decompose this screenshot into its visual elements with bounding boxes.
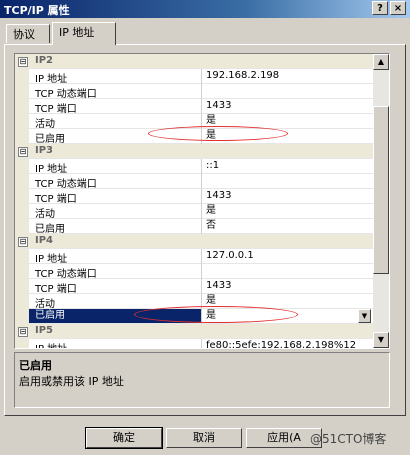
property-value-text: fe80::5efe:192.168.2.198%12: [206, 340, 357, 349]
property-name: TCP 端口: [35, 104, 77, 115]
category-row[interactable]: ⊟ IP4: [15, 234, 389, 249]
property-rows: ⊟ IP2 IP 地址 192.168.2.198 TCP 动态端口 TCP 端口 1433…: [15, 54, 389, 349]
property-name: 活动: [35, 209, 55, 220]
property-value[interactable]: fe80::5efe:192.168.2.198%12: [201, 339, 371, 349]
property-name: IP 地址: [35, 254, 68, 265]
property-value-text: 是: [206, 115, 216, 126]
property-value[interactable]: 是: [201, 204, 371, 219]
row-gutter: [15, 69, 29, 84]
row-gutter: [15, 174, 29, 189]
property-value[interactable]: ::1: [201, 159, 371, 174]
property-value[interactable]: 127.0.0.1: [201, 249, 371, 264]
dropdown-icon[interactable]: ▼: [358, 309, 371, 323]
property-value[interactable]: 否: [201, 219, 371, 234]
property-value-text: 1433: [206, 280, 232, 291]
category-label: IP2: [35, 55, 54, 66]
annotation-ellipse: [134, 306, 298, 323]
property-value-text: 192.168.2.198: [206, 70, 280, 81]
row-gutter: [15, 114, 29, 129]
property-name: IP 地址: [35, 164, 68, 175]
vertical-scrollbar[interactable]: ▲ ▼: [373, 54, 389, 348]
category-row[interactable]: ⊟ IP5: [15, 324, 389, 339]
property-row[interactable]: TCP 动态端口: [15, 174, 389, 190]
property-value[interactable]: 1433: [201, 279, 371, 294]
property-name: TCP 端口: [35, 194, 77, 205]
cancel-button[interactable]: 取消: [166, 428, 242, 448]
row-gutter: [15, 129, 29, 144]
property-row[interactable]: TCP 端口 1433: [15, 279, 389, 295]
property-value-text: ::1: [206, 160, 220, 171]
property-value[interactable]: [201, 174, 371, 189]
annotation-ellipse: [148, 126, 288, 141]
property-row[interactable]: TCP 端口 1433: [15, 189, 389, 205]
category-label: IP4: [35, 235, 54, 246]
property-row[interactable]: TCP 端口 1433: [15, 99, 389, 115]
property-row[interactable]: IP 地址 127.0.0.1: [15, 249, 389, 265]
scroll-thumb[interactable]: [373, 106, 389, 274]
row-gutter: [15, 189, 29, 204]
property-row[interactable]: IP 地址::1: [15, 159, 389, 175]
tab-protocol[interactable]: 协议: [6, 24, 50, 43]
row-gutter: [15, 249, 29, 264]
collapse-icon[interactable]: ⊟: [18, 237, 28, 247]
scroll-down-icon[interactable]: ▼: [373, 332, 389, 348]
property-row[interactable]: 活动 是: [15, 204, 389, 220]
row-gutter: [15, 339, 29, 348]
row-gutter: [15, 264, 29, 279]
property-row[interactable]: 已启用 否: [15, 219, 389, 235]
property-grid: ⊟ IP2 IP 地址 192.168.2.198 TCP 动态端口 TCP 端口 1433…: [14, 53, 390, 349]
property-value-text: 1433: [206, 100, 232, 111]
property-name: TCP 动态端口: [35, 269, 97, 280]
property-value[interactable]: [201, 264, 371, 279]
row-gutter: [15, 99, 29, 114]
category-row[interactable]: ⊟ IP2: [15, 54, 389, 69]
property-value[interactable]: 1433: [201, 189, 371, 204]
property-row[interactable]: IP 地址 192.168.2.198: [15, 69, 389, 85]
tab-ip-addresses[interactable]: IP 地址: [52, 22, 116, 45]
description-heading: 已启用: [19, 359, 52, 372]
property-name: IP 地址: [35, 340, 67, 348]
row-gutter: [15, 294, 29, 309]
row-gutter: [15, 279, 29, 294]
property-value[interactable]: 1433: [201, 99, 371, 114]
property-row[interactable]: TCP 动态端口: [15, 264, 389, 280]
help-button[interactable]: ?: [372, 1, 388, 15]
row-gutter: [15, 309, 29, 324]
window-title: TCP/IP 属性: [4, 4, 70, 17]
row-gutter: [15, 204, 29, 219]
row-gutter: [15, 159, 29, 174]
property-name: 已启用: [35, 134, 65, 145]
ok-button[interactable]: 确定: [85, 427, 163, 449]
property-value[interactable]: [201, 84, 371, 99]
property-name: 已启用: [35, 224, 65, 235]
property-name: 活动: [35, 119, 55, 130]
description-body: 启用或禁用该 IP 地址: [19, 375, 124, 388]
property-name: 活动: [35, 299, 55, 310]
property-row[interactable]: IP 地址 fe80::5efe:192.168.2.198%12: [15, 339, 389, 349]
scroll-up-icon[interactable]: ▲: [373, 54, 389, 70]
close-button[interactable]: ×: [390, 1, 406, 15]
property-row[interactable]: TCP 动态端口: [15, 84, 389, 100]
property-value-text: 127.0.0.1: [206, 250, 254, 261]
property-name: TCP 动态端口: [35, 89, 97, 100]
category-label: IP5: [35, 325, 54, 336]
watermark: @51CTO博客: [310, 432, 387, 446]
category-row[interactable]: ⊟ IP3: [15, 144, 389, 159]
description-panel: 已启用 启用或禁用该 IP 地址: [14, 352, 390, 408]
row-gutter: [15, 219, 29, 234]
collapse-icon[interactable]: ⊟: [18, 327, 28, 337]
property-value-text: 否: [206, 220, 216, 231]
collapse-icon[interactable]: ⊟: [18, 147, 28, 157]
title-bar: TCP/IP 属性 ? ×: [0, 0, 410, 18]
property-name: IP 地址: [35, 74, 68, 85]
category-label: IP3: [35, 145, 54, 156]
property-name: TCP 端口: [35, 284, 77, 295]
property-value-text: 1433: [206, 190, 232, 201]
row-gutter: [15, 84, 29, 99]
property-value[interactable]: 192.168.2.198: [201, 69, 371, 84]
property-value-text: 是: [206, 205, 216, 216]
property-name: TCP 动态端口: [35, 179, 97, 190]
collapse-icon[interactable]: ⊟: [18, 57, 28, 67]
property-value-text: 是: [206, 295, 216, 306]
